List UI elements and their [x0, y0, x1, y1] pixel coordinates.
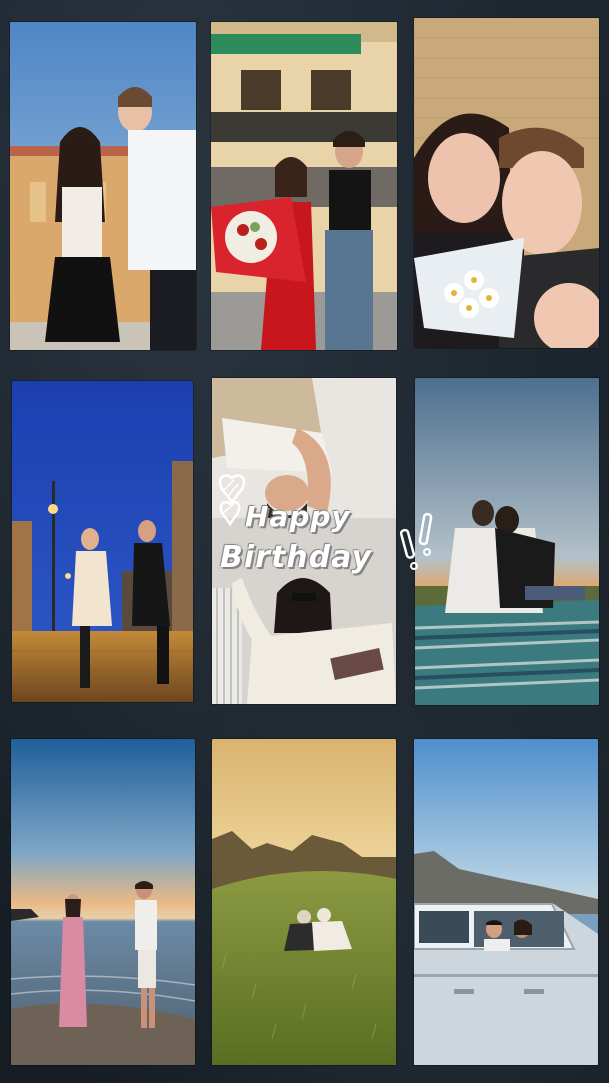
- photo-couple-beach-sunset[interactable]: [11, 739, 195, 1065]
- photo-couple-blanket-sunset[interactable]: [415, 378, 599, 705]
- photo-couple-vintage-car[interactable]: [414, 739, 598, 1065]
- exclamation-sticker: [400, 512, 433, 570]
- photo-couple-selfie-birthday[interactable]: Happy Birthday: [212, 378, 396, 704]
- photo-couple-red-dress-flowers[interactable]: [211, 22, 397, 350]
- photo-couple-selfie-daisies[interactable]: [414, 18, 599, 348]
- photo-couple-meadow-hills[interactable]: [212, 739, 396, 1065]
- photo-couple-sunset-street[interactable]: [10, 22, 196, 350]
- photo-couple-night-street[interactable]: [12, 381, 193, 702]
